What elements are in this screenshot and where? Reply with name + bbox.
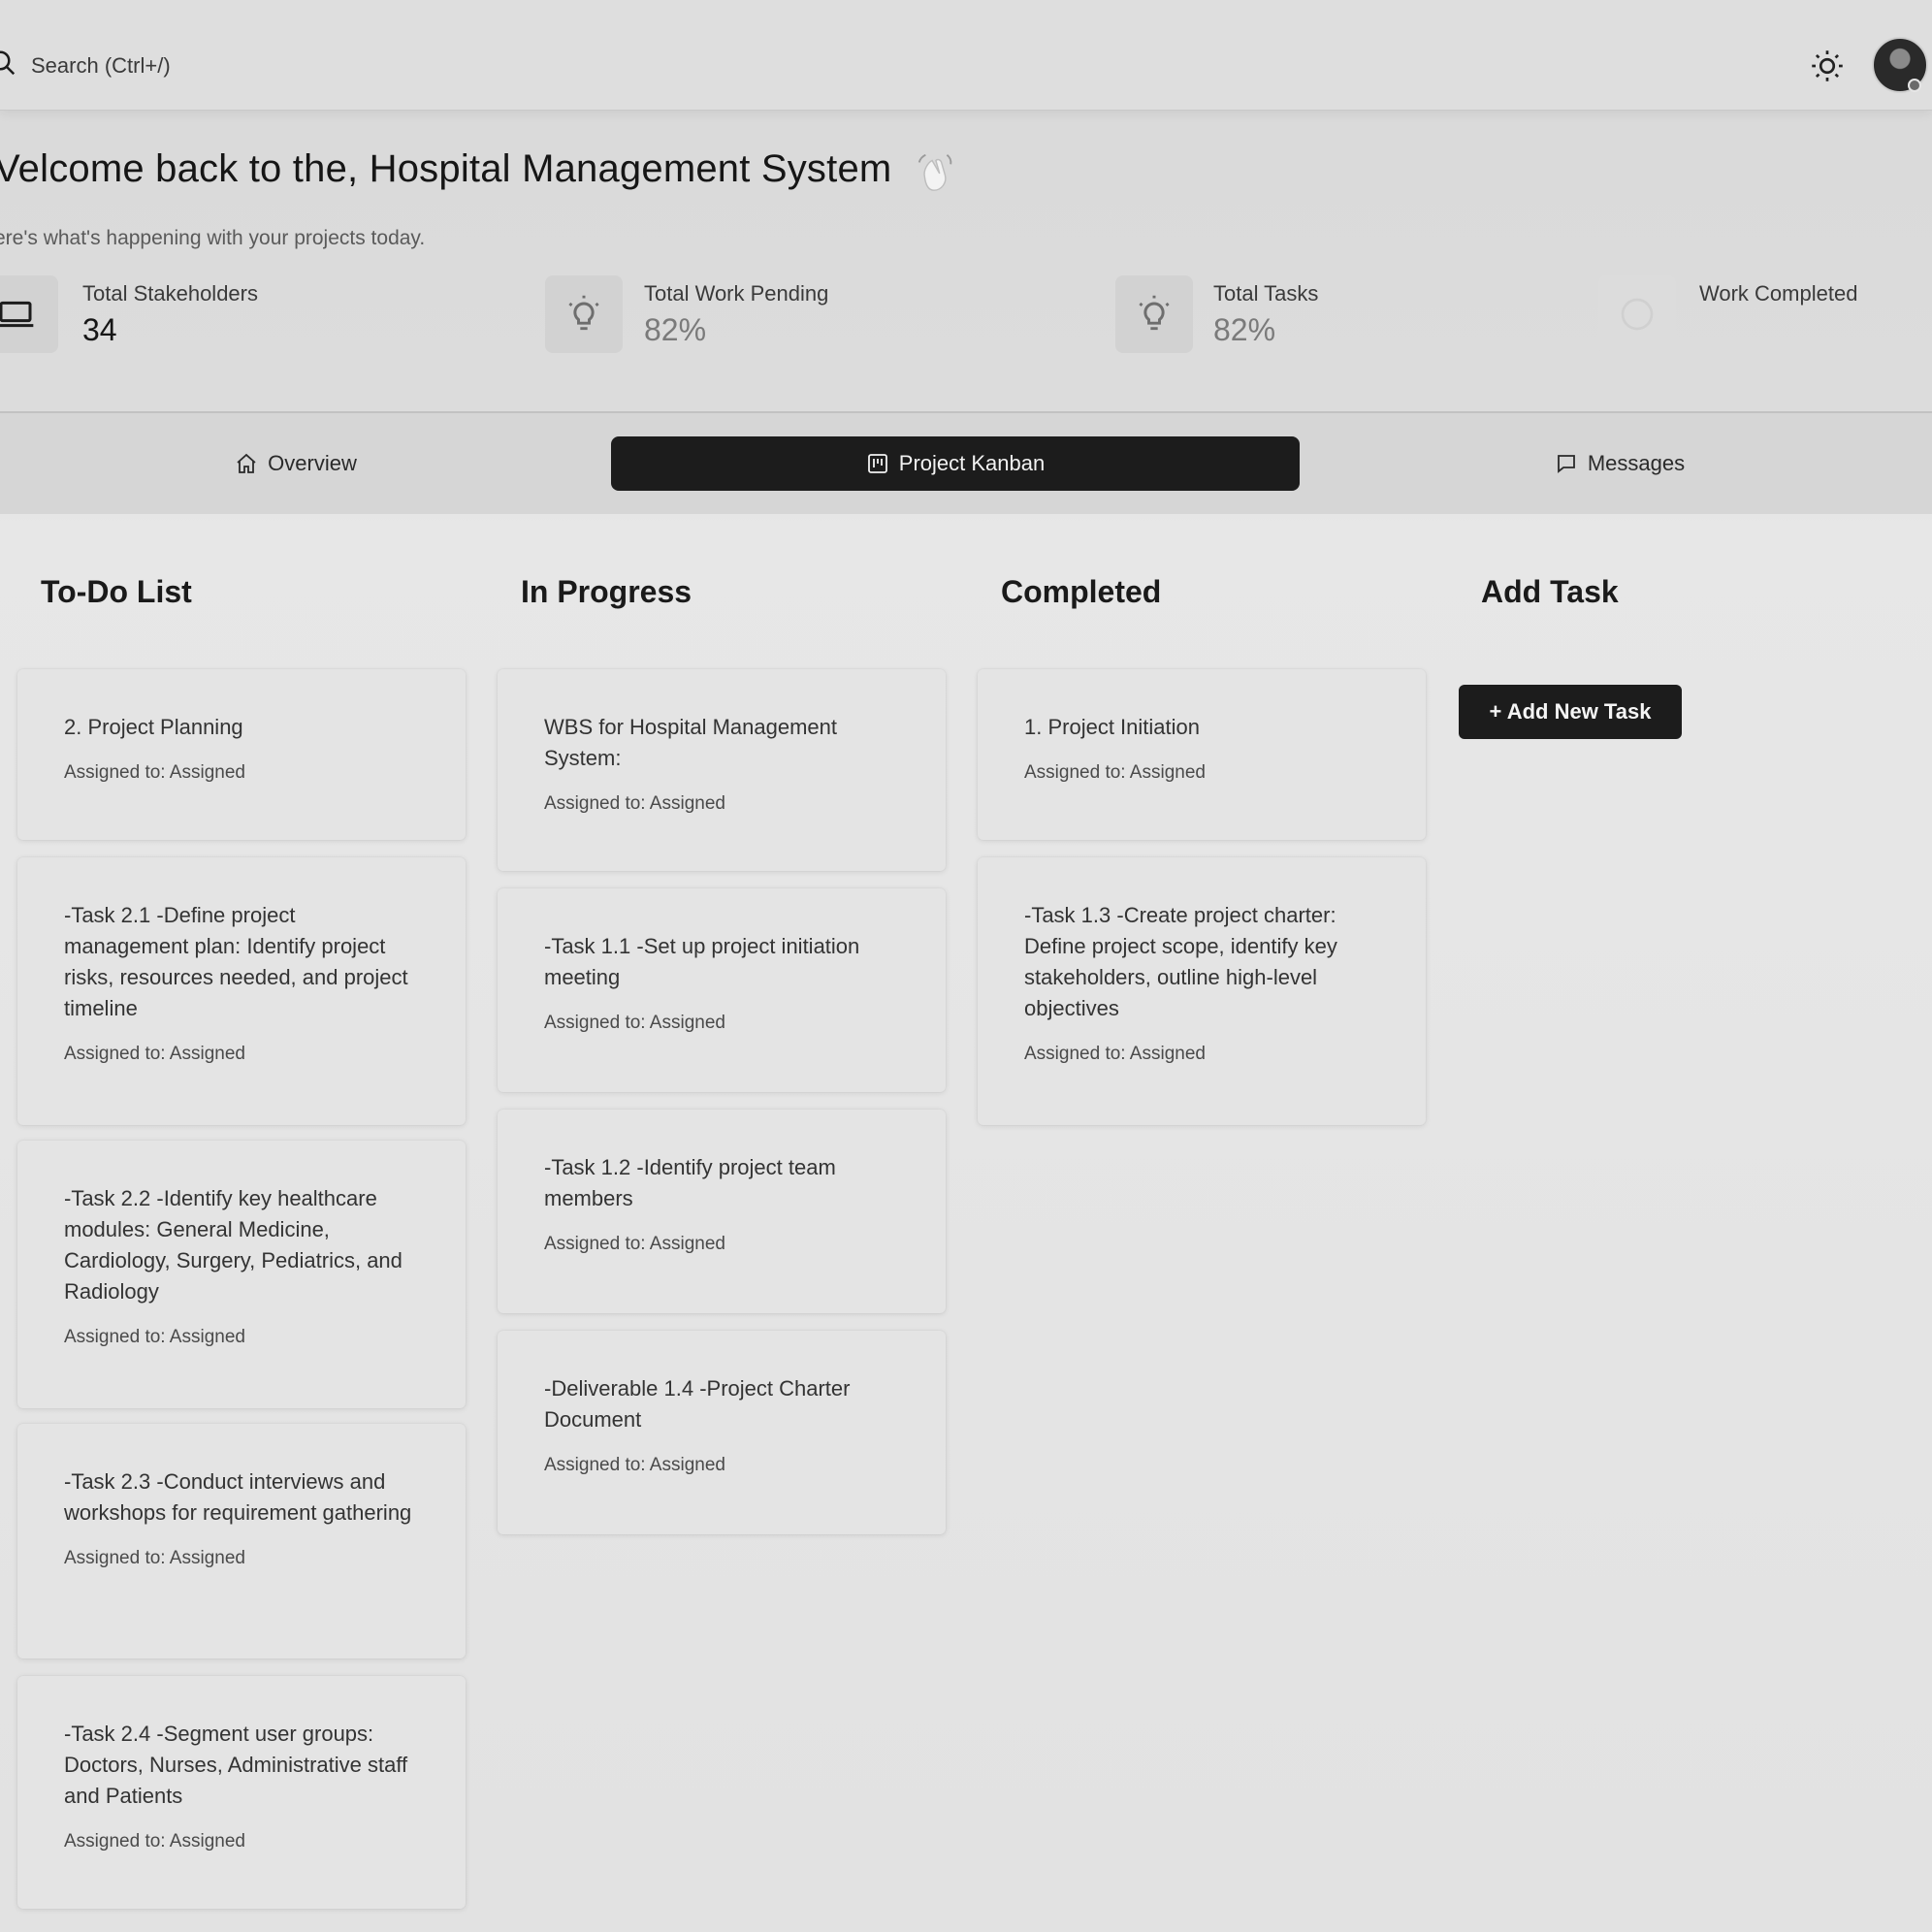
tab-messages[interactable]: Messages <box>1455 436 1785 491</box>
task-card-title: -Task 1.3 -Create project charter: Defin… <box>1024 903 1337 1020</box>
task-card-title: -Task 1.1 -Set up project initiation mee… <box>544 934 860 989</box>
task-card[interactable]: -Deliverable 1.4 -Project Charter Docume… <box>498 1331 946 1534</box>
task-card-assignee: Assigned to: Assigned <box>64 1831 245 1852</box>
column-title-todo: To-Do List <box>41 574 192 609</box>
task-card-assignee: Assigned to: Assigned <box>64 1327 245 1347</box>
task-card[interactable]: -Task 2.3 -Conduct interviews and worksh… <box>17 1424 466 1658</box>
task-card[interactable]: -Task 2.1 -Define project management pla… <box>17 857 466 1125</box>
task-card-title: -Task 2.1 -Define project management pla… <box>64 903 408 1020</box>
task-card-title: -Task 2.4 -Segment user groups: Doctors,… <box>64 1722 408 1808</box>
stat-total-tasks: Total Tasks 82% <box>1115 275 1600 353</box>
task-card[interactable]: -Task 2.4 -Segment user groups: Doctors,… <box>17 1676 466 1909</box>
page-title: Velcome back to the, Hospital Management… <box>0 147 892 190</box>
task-card[interactable]: WBS for Hospital Management System: Assi… <box>498 669 946 871</box>
page: Velcome back to the, Hospital Management… <box>0 0 1932 1932</box>
search-input[interactable] <box>31 47 613 85</box>
task-card-assignee: Assigned to: Assigned <box>544 1234 725 1254</box>
tab-label: Overview <box>268 451 357 475</box>
task-card-title: -Task 2.3 -Conduct interviews and worksh… <box>64 1469 412 1525</box>
stat-label: Work Completed <box>1699 281 1858 306</box>
task-card-assignee: Assigned to: Assigned <box>64 1548 245 1568</box>
search-icon[interactable] <box>0 48 17 78</box>
online-status-dot <box>1908 79 1921 92</box>
task-card[interactable]: 2. Project Planning Assigned to: Assigne… <box>17 669 466 840</box>
task-card-title: -Task 2.2 -Identify key healthcare modul… <box>64 1186 402 1304</box>
task-card-title: -Task 1.2 -Identify project team members <box>544 1155 836 1210</box>
tab-label: Messages <box>1587 451 1686 475</box>
stat-icon-box <box>0 275 58 353</box>
home-icon <box>237 453 256 473</box>
stat-icon-box <box>1598 275 1676 353</box>
column-title-completed: Completed <box>1001 574 1162 609</box>
sun-icon <box>1812 50 1843 81</box>
column-title-add-task: Add Task <box>1481 574 1619 609</box>
stat-value: 82% <box>1213 312 1276 347</box>
task-card-assignee: Assigned to: Assigned <box>544 1455 725 1475</box>
lightbulb-icon <box>568 295 599 331</box>
tab-project-kanban[interactable]: Project Kanban <box>611 436 1300 491</box>
stat-value: 82% <box>644 312 707 347</box>
page-subtitle: ere's what's happening with your project… <box>0 227 426 249</box>
stat-label: Total Tasks <box>1213 281 1319 306</box>
theme-toggle-button[interactable] <box>1810 48 1845 83</box>
task-card[interactable]: -Task 2.2 -Identify key healthcare modul… <box>17 1141 466 1408</box>
tab-label: Project Kanban <box>898 451 1046 475</box>
task-card-assignee: Assigned to: Assigned <box>544 793 725 814</box>
stat-value: 34 <box>82 312 117 347</box>
task-card-assignee: Assigned to: Assigned <box>64 1044 245 1064</box>
stat-label: Total Stakeholders <box>82 281 258 306</box>
task-card[interactable]: -Task 1.2 -Identify project team members… <box>498 1110 946 1313</box>
stat-icon-box <box>545 275 623 353</box>
task-card-title: WBS for Hospital Management System: <box>544 715 838 770</box>
task-card-assignee: Assigned to: Assigned <box>544 1013 725 1033</box>
stat-work-completed: Work Completed <box>1598 275 1932 353</box>
tab-overview[interactable]: Overview <box>136 436 456 491</box>
task-card-assignee: Assigned to: Assigned <box>1024 1044 1206 1064</box>
task-card[interactable]: 1. Project Initiation Assigned to: Assig… <box>978 669 1426 840</box>
lightbulb-icon <box>1139 295 1170 331</box>
task-card[interactable]: -Task 1.3 -Create project charter: Defin… <box>978 857 1426 1125</box>
task-card-title: 1. Project Initiation <box>1024 715 1200 739</box>
tab-bar: Overview Project Kanban Messages <box>0 413 1932 514</box>
task-card-title: -Deliverable 1.4 -Project Charter Docume… <box>544 1376 851 1432</box>
stat-total-work-pending: Total Work Pending 82% <box>545 275 1049 353</box>
task-card-assignee: Assigned to: Assigned <box>1024 762 1206 783</box>
waving-hand-icon <box>918 153 952 191</box>
column-title-in-progress: In Progress <box>521 574 692 609</box>
add-new-task-button[interactable]: + Add New Task <box>1459 685 1682 739</box>
task-card-assignee: Assigned to: Assigned <box>64 762 245 783</box>
check-circle-icon <box>1621 298 1654 331</box>
stat-total-stakeholders: Total Stakeholders 34 <box>0 275 504 353</box>
task-card-title: 2. Project Planning <box>64 715 243 739</box>
stat-label: Total Work Pending <box>644 281 829 306</box>
task-card[interactable]: -Task 1.1 -Set up project initiation mee… <box>498 888 946 1092</box>
laptop-icon <box>0 301 34 328</box>
top-bar <box>0 0 1932 111</box>
stat-icon-box <box>1115 275 1193 353</box>
message-icon <box>1557 455 1575 473</box>
kanban-icon <box>867 454 887 473</box>
